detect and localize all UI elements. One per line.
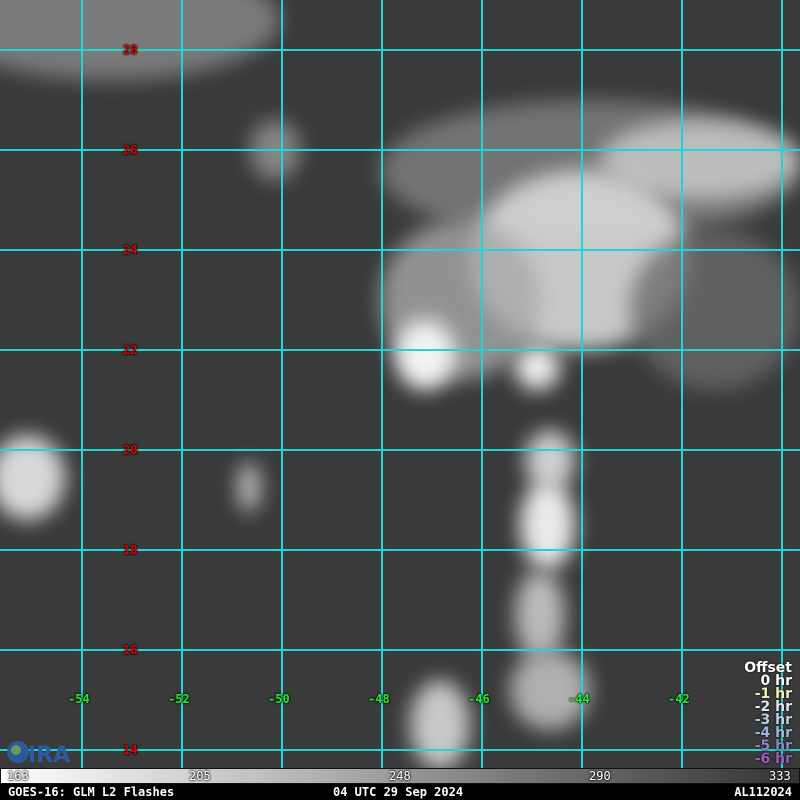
offset-legend: Offset 0 hr -1 hr -2 hr -3 hr -4 hr -5 h… — [744, 661, 792, 767]
lat-label: 14 — [123, 743, 138, 757]
cira-logo: IRA — [7, 741, 70, 766]
colorbar: 163 205 248 290 333 — [0, 768, 800, 784]
lon-label: -46 — [468, 692, 490, 706]
storm-id-label: AL112024 — [734, 785, 792, 799]
colorbar-tick: 205 — [189, 769, 211, 783]
lat-label: 24 — [123, 243, 138, 257]
lon-label: -52 — [168, 692, 190, 706]
lon-label: -48 — [368, 692, 390, 706]
colorbar-tick: 163 — [7, 769, 29, 783]
lon-label: -50 — [268, 692, 290, 706]
satellite-viewer: 28 26 24 22 20 18 16 14 -54 -52 -50 -48 … — [0, 0, 800, 800]
lon-label: -54 — [68, 692, 90, 706]
status-bar: GOES-16: GLM L2 Flashes 04 UTC 29 Sep 20… — [0, 784, 800, 800]
lat-label: 28 — [123, 43, 138, 57]
lat-label: 18 — [123, 543, 138, 557]
lat-label: 16 — [123, 643, 138, 657]
lat-label: 20 — [123, 443, 138, 457]
time-label: 04 UTC 29 Sep 2024 — [333, 785, 464, 799]
legend-item: -6 hr — [754, 751, 792, 767]
colorbar-tick: 333 — [769, 769, 791, 783]
lat-label: 22 — [123, 343, 138, 357]
colorbar-tick: 248 — [389, 769, 411, 783]
lon-label: -44 — [568, 692, 590, 706]
product-label: GOES-16: GLM L2 Flashes — [8, 785, 175, 799]
lon-label: -42 — [668, 692, 690, 706]
colorbar-tick: 290 — [589, 769, 611, 783]
lat-label: 26 — [123, 143, 138, 157]
satellite-image — [0, 0, 800, 768]
svg-text:IRA: IRA — [28, 743, 70, 766]
